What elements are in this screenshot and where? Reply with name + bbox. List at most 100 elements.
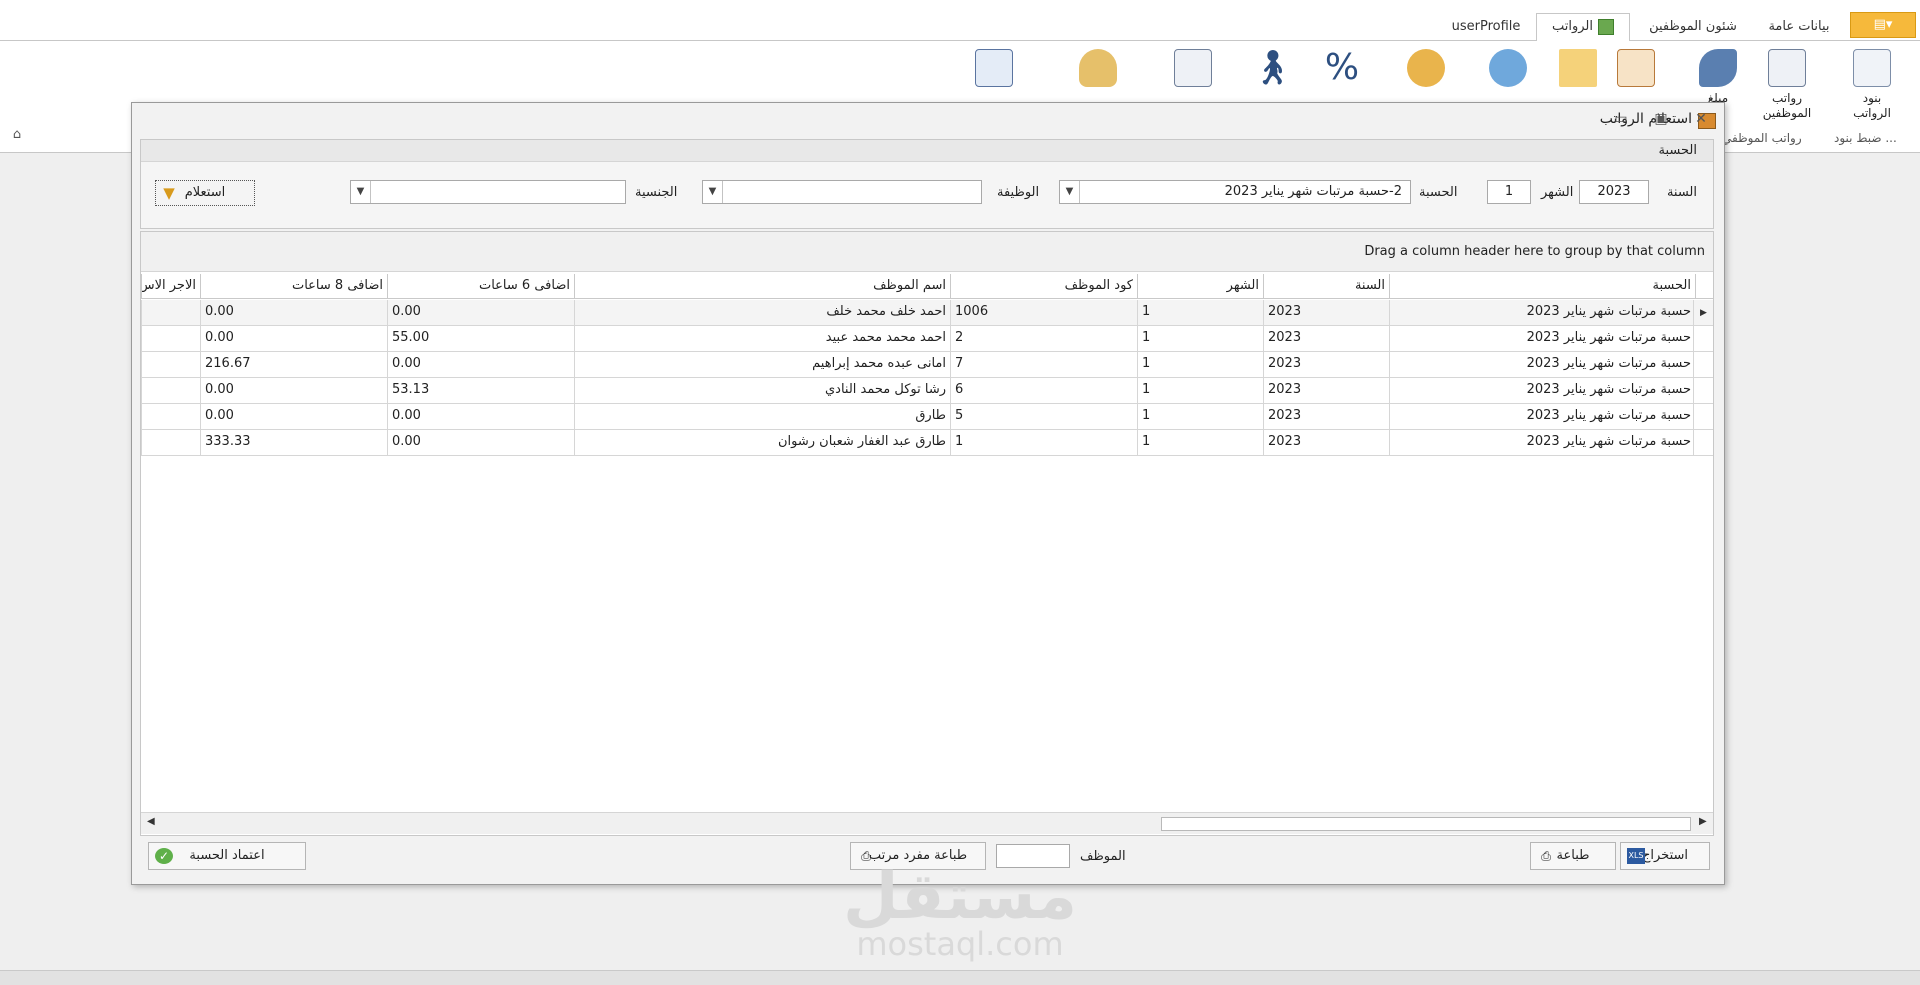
percent-icon: %	[1324, 47, 1360, 88]
column-header-month[interactable]: الشهر	[1137, 274, 1263, 299]
column-header-calc[interactable]: الحسبة	[1389, 274, 1695, 299]
scrollbar-thumb[interactable]	[1161, 817, 1691, 831]
cell-employee-code[interactable]: 2	[950, 326, 1137, 352]
cell-overtime-6h[interactable]: 0.00	[387, 404, 574, 430]
cell-year[interactable]: 2023	[1263, 378, 1389, 404]
cell-year[interactable]: 2023	[1263, 352, 1389, 378]
cell-month[interactable]: 1	[1137, 378, 1263, 404]
cell-year[interactable]: 2023	[1263, 404, 1389, 430]
chevron-down-icon[interactable]: ▼	[351, 181, 371, 203]
cell-employee-name[interactable]: رشا توكل محمد النادي	[574, 378, 950, 404]
table-row[interactable]: حسبة مرتبات شهر يناير 2023 2023 1 2 احمد محم…	[141, 326, 1713, 352]
maximize-icon[interactable]: ▣	[1650, 109, 1672, 131]
ribbon-collapse-icon[interactable]: ⌂	[8, 126, 26, 144]
cell-employee-code[interactable]: 5	[950, 404, 1137, 430]
month-input[interactable]: 1	[1487, 180, 1531, 204]
cell-basic-wage[interactable]	[141, 352, 200, 378]
cell-employee-code[interactable]: 7	[950, 352, 1137, 378]
tab-salaries[interactable]: الرواتب	[1536, 13, 1630, 42]
column-header-employee-code[interactable]: كود الموظف	[950, 274, 1137, 299]
query-button[interactable]: ▼ استعلام	[155, 180, 255, 206]
tab-user-profile[interactable]: userProfile	[1444, 14, 1528, 41]
cell-month[interactable]: 1	[1137, 352, 1263, 378]
cell-month[interactable]: 1	[1137, 430, 1263, 456]
cell-overtime-8h[interactable]: 216.67	[200, 352, 387, 378]
cell-month[interactable]: 1	[1137, 326, 1263, 352]
export-button-label: استخراج	[1642, 848, 1688, 863]
table-row[interactable]: حسبة مرتبات شهر يناير 2023 2023 1 1 طارق عبد…	[141, 430, 1713, 456]
cell-overtime-6h[interactable]: 53.13	[387, 378, 574, 404]
chevron-down-icon[interactable]: ▼	[703, 181, 723, 203]
cell-overtime-6h[interactable]: 0.00	[387, 352, 574, 378]
cell-basic-wage[interactable]	[141, 300, 200, 326]
row-indicator[interactable]	[1693, 326, 1713, 352]
table-row[interactable]: حسبة مرتبات شهر يناير 2023 2023 1 6 رشا توكل…	[141, 378, 1713, 404]
column-header-overtime-8h[interactable]: اضافى 8 ساعات	[200, 274, 387, 299]
minimize-icon[interactable]: ▭	[1610, 109, 1632, 131]
cell-employee-name[interactable]: طارق	[574, 404, 950, 430]
cell-month[interactable]: 1	[1137, 300, 1263, 326]
table-row[interactable]: ▶ حسبة مرتبات شهر يناير 2023 2023 1 1006 احمد…	[141, 300, 1713, 326]
column-header-overtime-6h[interactable]: اضافى 6 ساعات	[387, 274, 574, 299]
cell-year[interactable]: 2023	[1263, 300, 1389, 326]
status-bar	[0, 970, 1920, 985]
year-input[interactable]: 2023	[1579, 180, 1649, 204]
scroll-right-icon[interactable]: ▶	[1699, 816, 1707, 827]
cell-calc[interactable]: حسبة مرتبات شهر يناير 2023	[1389, 300, 1695, 326]
cell-overtime-6h[interactable]: 0.00	[387, 430, 574, 456]
cell-employee-name[interactable]: امانى عبده محمد إبراهيم	[574, 352, 950, 378]
tab-general-data[interactable]: بيانات عامة	[1756, 14, 1842, 41]
approve-calc-button[interactable]: اعتماد الحسبة ✓	[148, 842, 306, 870]
cell-calc[interactable]: حسبة مرتبات شهر يناير 2023	[1389, 326, 1695, 352]
cell-calc[interactable]: حسبة مرتبات شهر يناير 2023	[1389, 378, 1695, 404]
column-header-employee-name[interactable]: اسم الموظف	[574, 274, 950, 299]
cell-overtime-8h[interactable]: 0.00	[200, 326, 387, 352]
cell-basic-wage[interactable]	[141, 430, 200, 456]
cell-calc[interactable]: حسبة مرتبات شهر يناير 2023	[1389, 352, 1695, 378]
cell-overtime-8h[interactable]: 0.00	[200, 404, 387, 430]
cell-overtime-6h[interactable]: 55.00	[387, 326, 574, 352]
app-menu-button[interactable]: ▤▾	[1850, 12, 1916, 38]
tab-employees-affairs[interactable]: شئون الموظفين	[1636, 14, 1750, 41]
group-by-panel[interactable]: Drag a column header here to group by th…	[141, 232, 1713, 272]
column-header-year[interactable]: السنة	[1263, 274, 1389, 299]
row-indicator[interactable]	[1693, 378, 1713, 404]
cell-employee-name[interactable]: احمد محمد محمد عبيد	[574, 326, 950, 352]
export-button[interactable]: استخراج XLS	[1620, 842, 1710, 870]
cell-employee-code[interactable]: 1006	[950, 300, 1137, 326]
watermark-latin: mostaql.com	[856, 925, 1064, 963]
watermark-arabic: مستقل	[842, 860, 1078, 934]
cell-overtime-8h[interactable]: 0.00	[200, 378, 387, 404]
close-icon[interactable]: ✕	[1690, 109, 1712, 131]
cell-year[interactable]: 2023	[1263, 430, 1389, 456]
table-row[interactable]: حسبة مرتبات شهر يناير 2023 2023 1 5 طارق 0.00…	[141, 404, 1713, 430]
calc-combo[interactable]: 2-حسبة مرتبات شهر يناير 2023 ▼	[1059, 180, 1411, 204]
cell-employee-code[interactable]: 1	[950, 430, 1137, 456]
cell-employee-code[interactable]: 6	[950, 378, 1137, 404]
nationality-combo[interactable]: ▼	[350, 180, 626, 204]
cell-basic-wage[interactable]	[141, 378, 200, 404]
scroll-left-icon[interactable]: ◀	[147, 816, 155, 827]
cell-basic-wage[interactable]	[141, 404, 200, 430]
cell-overtime-8h[interactable]: 0.00	[200, 300, 387, 326]
cell-employee-name[interactable]: احمد خلف محمد خلف	[574, 300, 950, 326]
job-combo[interactable]: ▼	[702, 180, 982, 204]
filter-icon: ▼	[163, 184, 175, 202]
print-button[interactable]: طباعة ⎙	[1530, 842, 1616, 870]
cell-month[interactable]: 1	[1137, 404, 1263, 430]
row-indicator[interactable]	[1693, 404, 1713, 430]
current-row-icon[interactable]: ▶	[1693, 300, 1713, 326]
cell-overtime-6h[interactable]: 0.00	[387, 300, 574, 326]
cell-year[interactable]: 2023	[1263, 326, 1389, 352]
cell-basic-wage[interactable]	[141, 326, 200, 352]
cell-calc[interactable]: حسبة مرتبات شهر يناير 2023	[1389, 430, 1695, 456]
row-indicator[interactable]	[1693, 352, 1713, 378]
column-header-basic-wage[interactable]: الاجر الاس	[141, 274, 200, 299]
cell-employee-name[interactable]: طارق عبد الغفار شعبان رشوان	[574, 430, 950, 456]
horizontal-scrollbar[interactable]: ◀ ▶	[141, 812, 1713, 834]
chevron-down-icon[interactable]: ▼	[1060, 181, 1080, 203]
row-indicator[interactable]	[1693, 430, 1713, 456]
cell-overtime-8h[interactable]: 333.33	[200, 430, 387, 456]
table-row[interactable]: حسبة مرتبات شهر يناير 2023 2023 1 7 امانى عب…	[141, 352, 1713, 378]
cell-calc[interactable]: حسبة مرتبات شهر يناير 2023	[1389, 404, 1695, 430]
